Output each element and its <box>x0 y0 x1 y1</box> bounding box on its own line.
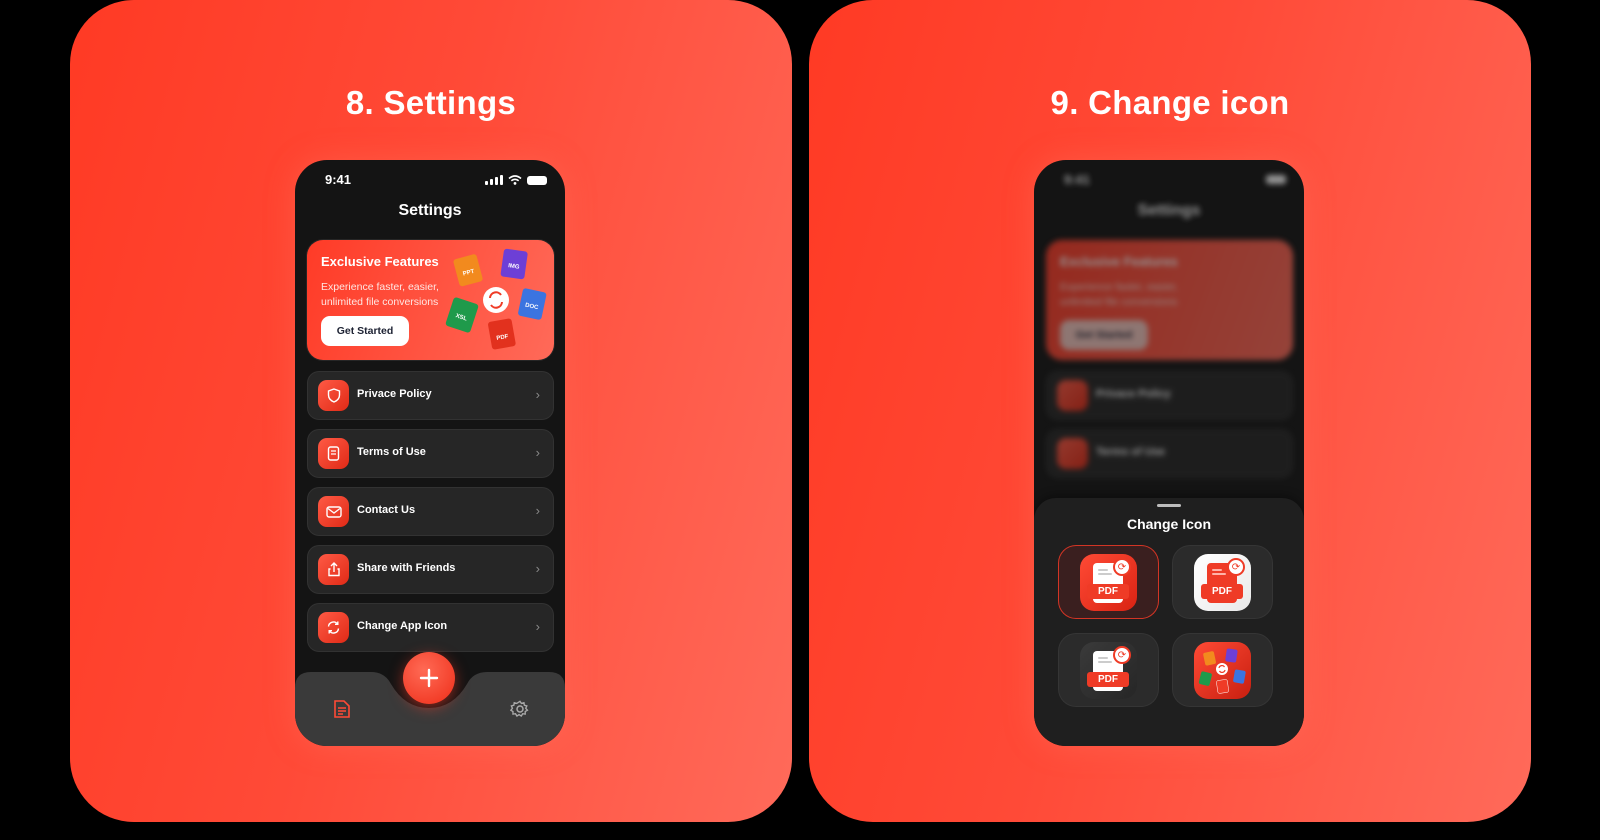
battery-icon <box>1266 175 1286 184</box>
menu-label: Share with Friends <box>357 562 456 574</box>
chevron-right-icon: › <box>535 445 540 460</box>
menu-item-change-icon[interactable]: Change App Icon › <box>307 603 554 652</box>
chevron-right-icon: › <box>535 619 540 634</box>
menu-item-contact[interactable]: Contact Us › <box>307 487 554 536</box>
promo-card: Exclusive Features Experience faster, ea… <box>1046 240 1293 360</box>
gear-icon[interactable] <box>509 699 530 724</box>
plus-icon <box>419 668 439 688</box>
menu-label: Privace Policy <box>1096 388 1171 400</box>
phone-change-icon: 9:41 Settings Exclusive Features Experie… <box>1034 160 1304 746</box>
status-icons <box>485 175 547 185</box>
app-icon-preview: PDF ⟳ <box>1080 554 1137 611</box>
mail-icon <box>318 496 349 527</box>
menu-item-privacy[interactable]: Privace Policy › <box>307 371 554 420</box>
get-started-button: Get Started <box>1060 320 1148 350</box>
promo-subtitle: Experience faster, easier, unlimited fil… <box>321 281 439 308</box>
sheet-handle[interactable] <box>1157 504 1181 507</box>
panel-title: 8. Settings <box>345 84 517 121</box>
status-time: 9:41 <box>1064 172 1091 187</box>
icon-option-red[interactable]: PDF ⟳ <box>1058 545 1159 619</box>
get-started-button[interactable]: Get Started <box>321 316 409 346</box>
promo-subtitle: Experience faster, easier, unlimited fil… <box>1060 281 1178 308</box>
promo-title: Exclusive Features <box>1060 254 1178 269</box>
app-icon-preview: PDF ⟳ <box>1194 554 1251 611</box>
menu-label: Privace Policy <box>357 388 432 400</box>
menu-item-terms[interactable]: Terms of Use › <box>307 429 554 478</box>
wifi-icon <box>508 175 522 185</box>
promo-card[interactable]: Exclusive Features Experience faster, ea… <box>307 240 554 360</box>
settings-panel: 8. Settings 9:41 Settings Exclusive Feat… <box>70 0 792 822</box>
sync-icon: ⟳ <box>1113 558 1131 576</box>
file-types-illustration <box>1198 648 1246 694</box>
icon-option-files[interactable] <box>1172 633 1273 707</box>
phone-settings: 9:41 Settings Exclusive Features Experie… <box>295 160 565 746</box>
shield-icon <box>318 380 349 411</box>
chevron-right-icon: › <box>535 561 540 576</box>
icon-option-dark[interactable]: PDF ⟳ <box>1058 633 1159 707</box>
screen-title: Settings <box>1137 202 1201 219</box>
menu-label: Change App Icon <box>357 620 448 632</box>
menu-item-terms: Terms of Use <box>1046 429 1293 478</box>
sync-icon: ⟳ <box>1113 646 1131 664</box>
file-types-illustration: PPT IMG XSL DOC PDF <box>445 248 547 350</box>
menu-label: Terms of Use <box>1096 446 1165 458</box>
status-bar: 9:41 <box>295 172 565 192</box>
sync-icon: ⟳ <box>1227 558 1245 576</box>
sheet-title: Change Icon <box>1126 516 1211 532</box>
panel-title: 9. Change icon <box>1050 84 1290 121</box>
chevron-right-icon: › <box>535 387 540 402</box>
pdf-label: PDF <box>1201 584 1243 599</box>
share-icon <box>318 554 349 585</box>
signal-icon <box>485 175 503 185</box>
chevron-right-icon: › <box>535 503 540 518</box>
app-icon-preview: PDF ⟳ <box>1080 642 1137 699</box>
change-icon-sheet: Change Icon PDF ⟳ PDF ⟳ PDF ⟳ <box>1034 498 1304 746</box>
battery-icon <box>527 175 547 185</box>
menu-label: Contact Us <box>357 504 416 516</box>
screen-title: Settings <box>398 202 462 219</box>
pdf-label: PDF <box>1087 584 1129 599</box>
document-icon <box>318 438 349 469</box>
file-list-icon[interactable] <box>333 699 351 724</box>
status-time: 9:41 <box>325 172 352 187</box>
app-icon-preview <box>1194 642 1251 699</box>
pdf-label: PDF <box>1087 672 1129 687</box>
icon-option-white[interactable]: PDF ⟳ <box>1172 545 1273 619</box>
refresh-icon <box>318 612 349 643</box>
menu-item-privacy: Privace Policy <box>1046 371 1293 420</box>
shield-icon <box>1057 380 1088 411</box>
status-bar: 9:41 <box>1034 172 1304 192</box>
change-icon-panel: 9. Change icon 9:41 Settings Exclusive F… <box>809 0 1531 822</box>
menu-label: Terms of Use <box>357 446 426 458</box>
menu-item-share[interactable]: Share with Friends › <box>307 545 554 594</box>
add-button[interactable] <box>403 652 455 704</box>
document-icon <box>1057 438 1088 469</box>
status-icons <box>1266 175 1286 184</box>
promo-title: Exclusive Features <box>321 254 439 269</box>
